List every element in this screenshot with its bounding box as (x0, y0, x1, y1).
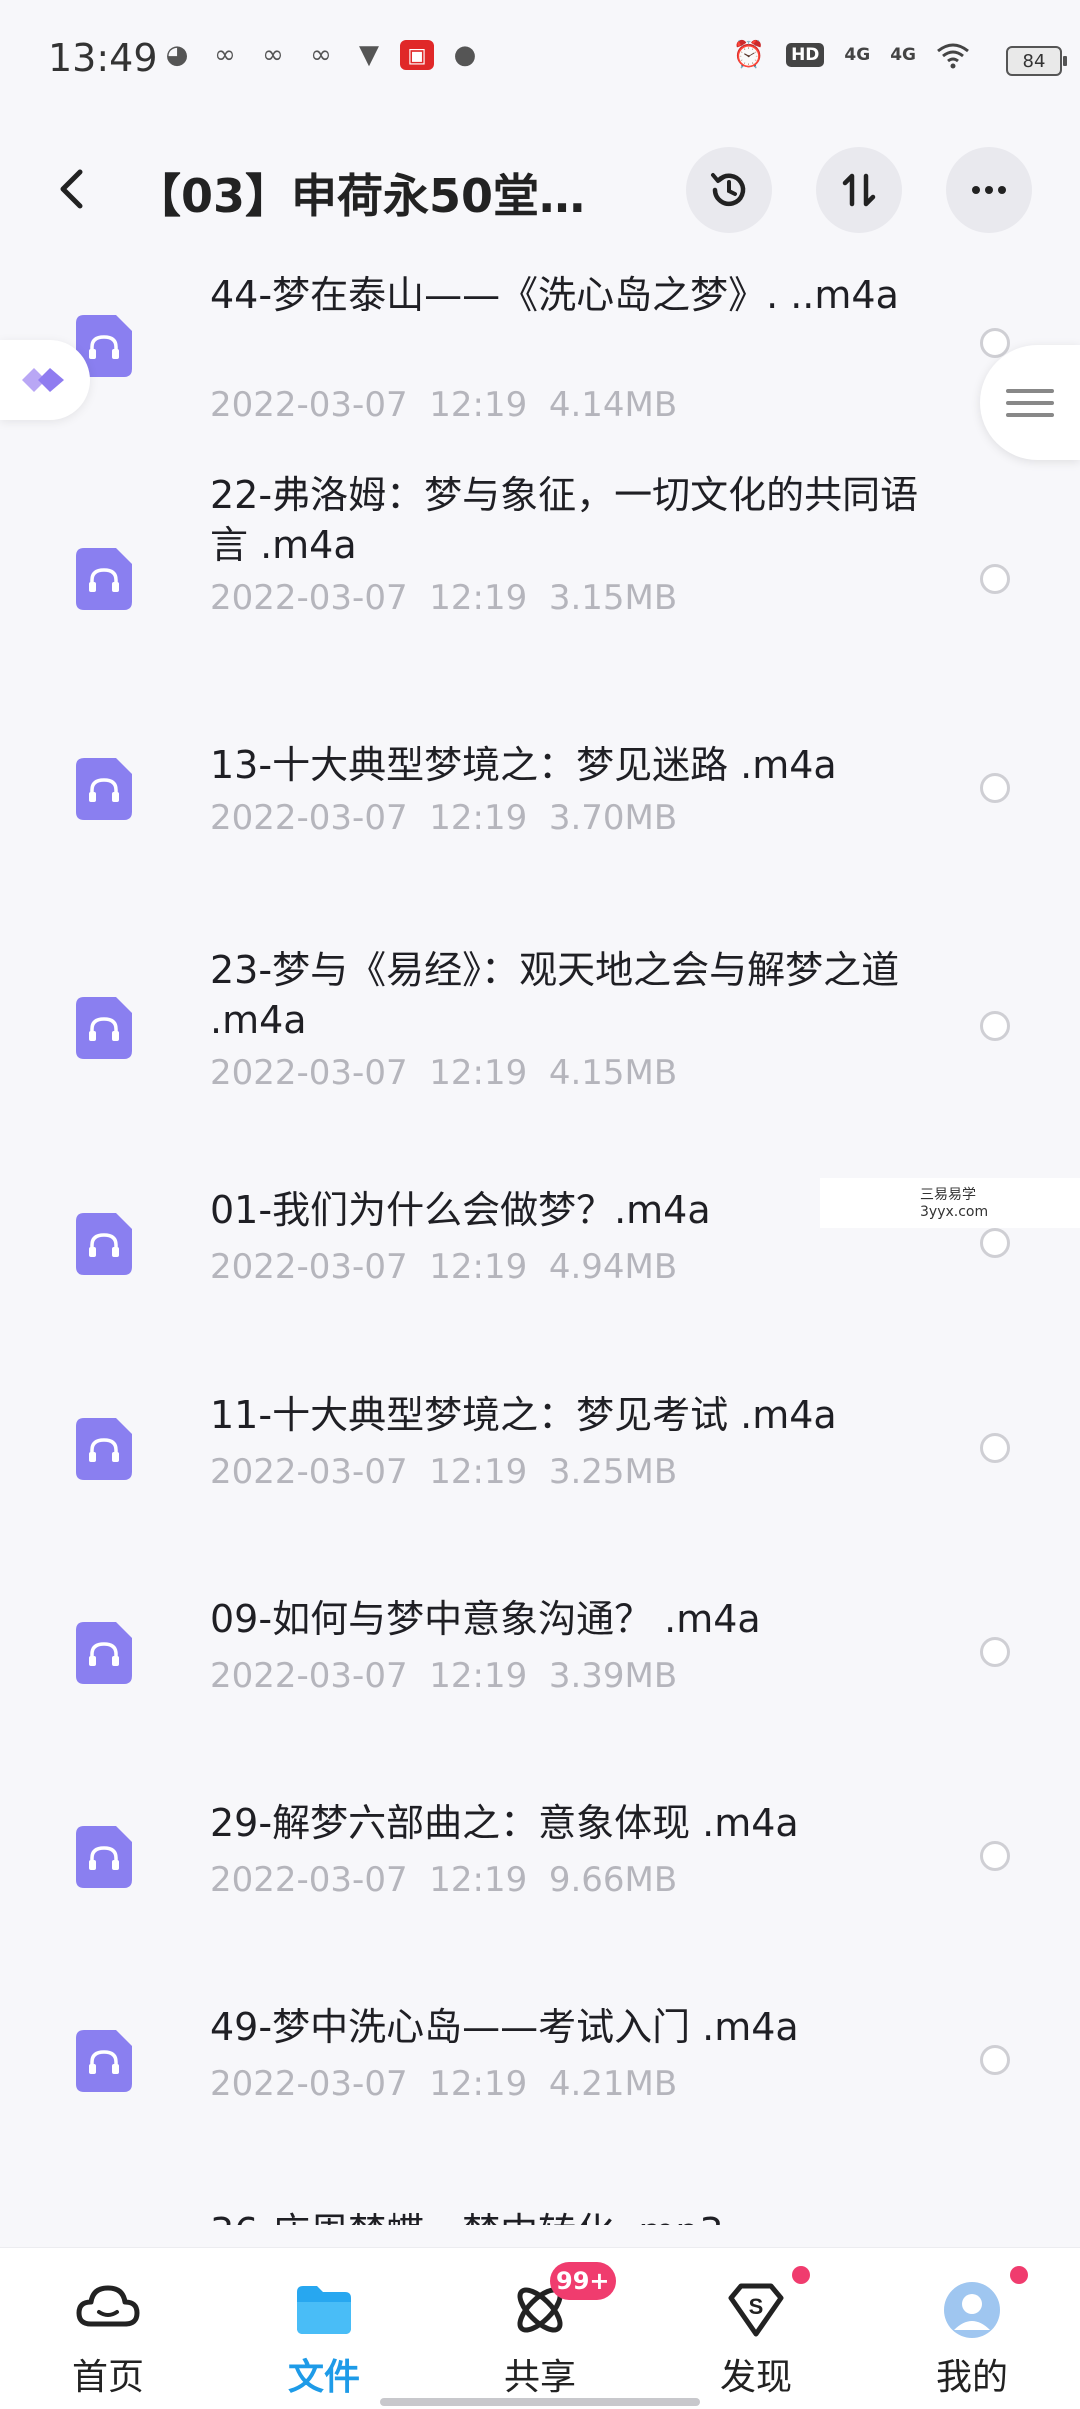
audio-file-icon (76, 1622, 132, 1684)
watermark: 三易易学 3yyx.com (820, 1178, 1080, 1228)
list-item[interactable]: 22-弗洛姆：梦与象征，一切文化的共同语言 .m4a 2022-03-07 12… (0, 470, 1080, 665)
list-item[interactable]: 09-如何与梦中意象沟通？ .m4a 2022-03-07 12:19 3.39… (0, 1594, 1080, 1724)
file-name: 13-十大典型梦境之：梦见迷路 .m4a (210, 743, 837, 787)
audio-file-icon (76, 548, 132, 610)
link-icon: ∞ (214, 40, 236, 70)
file-name: 29-解梦六部曲之：意象体现 .m4a (210, 1801, 799, 1845)
file-name: 09-如何与梦中意象沟通？ .m4a (210, 1597, 761, 1641)
list-item[interactable]: 13-十大典型梦境之：梦见迷路 .m4a 2022-03-07 12:19 3.… (0, 740, 1080, 870)
select-checkbox[interactable] (980, 1228, 1010, 1258)
audio-file-icon (76, 1213, 132, 1275)
audio-file-icon (76, 758, 132, 820)
signal-icon: 4G (890, 45, 916, 65)
nav-label: 我的 (935, 2357, 1008, 2398)
chat-bubble-icon: ● (453, 40, 477, 70)
nav-label: 文件 (287, 2357, 360, 2398)
nav-label: 首页 (71, 2357, 144, 2398)
file-list[interactable]: 44-梦在泰山——《洗心岛之梦》. ..m4a 2022-03-07 12:19… (0, 240, 1080, 2225)
news-app-icon: ▣ (400, 40, 434, 70)
hd-icon: HD (786, 43, 825, 67)
list-item[interactable]: 23-梦与《易经》：观天地之会与解梦之道 .m4a 2022-03-07 12:… (0, 945, 1080, 1135)
nav-item-profile[interactable]: 我的 (864, 2248, 1080, 2409)
battery-icon: 84 (1006, 46, 1067, 76)
history-button[interactable] (686, 147, 772, 233)
sort-icon (842, 173, 876, 207)
select-checkbox[interactable] (980, 1637, 1010, 1667)
link-icon: ∞ (262, 40, 284, 70)
file-meta: 2022-03-07 12:19 3.70MB (210, 798, 678, 838)
select-checkbox[interactable] (980, 1011, 1010, 1041)
list-item[interactable]: 11-十大典型梦境之：梦见考试 .m4a 2022-03-07 12:19 3.… (0, 1390, 1080, 1520)
menu-icon (1006, 388, 1054, 417)
link-icon: ∞ (310, 40, 332, 70)
file-meta: 2022-03-07 12:19 4.94MB (210, 1247, 678, 1287)
file-meta: 2022-03-07 12:19 3.15MB (210, 578, 678, 618)
list-item[interactable]: 49-梦中洗心岛——考试入门 .m4a 2022-03-07 12:19 4.2… (0, 2002, 1080, 2132)
select-checkbox[interactable] (980, 1841, 1010, 1871)
signal-icon: 4G (844, 45, 871, 65)
nav-item-home[interactable]: 首页 (0, 2248, 216, 2409)
file-name: 23-梦与《易经》：观天地之会与解梦之道 .m4a (210, 948, 900, 1042)
share-badge: 99+ (550, 2262, 616, 2300)
list-item[interactable]: 36-庄周梦蝶，梦中转化 .mp3 (0, 2207, 1080, 2225)
select-checkbox[interactable] (980, 2045, 1010, 2075)
nav-item-discover[interactable]: S 发现 (648, 2248, 864, 2409)
nav-label: 共享 (503, 2357, 576, 2398)
page-title: 【03】申荷永50堂… (135, 169, 586, 223)
avatar-icon (944, 2282, 1000, 2338)
select-checkbox[interactable] (980, 564, 1010, 594)
file-meta: 2022-03-07 12:19 3.25MB (210, 1452, 678, 1492)
notification-dot (1010, 2266, 1028, 2284)
list-item[interactable]: 44-梦在泰山——《洗心岛之梦》. ..m4a 2022-03-07 12:19… (0, 240, 1080, 435)
diamond-icon (22, 368, 64, 392)
back-button[interactable] (48, 164, 98, 214)
nav-label: 发现 (719, 2357, 792, 2398)
svg-text:S: S (749, 2294, 764, 2319)
nav-item-share[interactable]: 99+ 共享 (432, 2248, 648, 2409)
bottom-nav: 首页 文件 99+ 共享 S 发现 我的 (0, 2247, 1080, 2409)
status-indicators: ⏰ HD 4G 4G (732, 40, 970, 70)
home-indicator (380, 2398, 700, 2406)
wechat-icon: ◕ (165, 40, 189, 70)
cat-icon: ▼ (359, 40, 379, 70)
discover-icon: S (728, 2283, 784, 2337)
file-name: 22-弗洛姆：梦与象征，一切文化的共同语言 .m4a (210, 473, 919, 567)
more-button[interactable] (946, 147, 1032, 233)
audio-file-icon (76, 2030, 132, 2092)
notification-icons: ◕ ∞ ∞ ∞ ▼ ▣ ● (160, 40, 482, 70)
file-name: 49-梦中洗心岛——考试入门 .m4a (210, 2005, 799, 2049)
select-checkbox[interactable] (980, 773, 1010, 803)
alarm-icon: ⏰ (732, 40, 766, 70)
notification-dot (792, 2266, 810, 2284)
file-name: 44-梦在泰山——《洗心岛之梦》. ..m4a (210, 273, 899, 317)
floating-assistant-button[interactable] (0, 340, 90, 420)
file-name: 11-十大典型梦境之：梦见考试 .m4a (210, 1393, 837, 1437)
folder-icon (297, 2286, 351, 2334)
file-meta: 2022-03-07 12:19 3.39MB (210, 1656, 678, 1696)
more-icon (972, 186, 1006, 194)
file-name: 36-庄周梦蝶，梦中转化 .mp3 (210, 2207, 930, 2225)
status-bar: 13:49 ◕ ∞ ∞ ∞ ▼ ▣ ● ⏰ HD 4G 4G 84 (0, 0, 1080, 120)
audio-file-icon (76, 997, 132, 1059)
audio-file-icon (76, 1826, 132, 1888)
file-meta: 2022-03-07 12:19 4.15MB (210, 1053, 678, 1093)
select-checkbox[interactable] (980, 1433, 1010, 1463)
list-item[interactable]: 29-解梦六部曲之：意象体现 .m4a 2022-03-07 12:19 9.6… (0, 1798, 1080, 1928)
history-icon (711, 173, 746, 207)
wifi-icon (936, 40, 970, 70)
file-meta: 2022-03-07 12:19 4.21MB (210, 2064, 678, 2104)
nav-item-files[interactable]: 文件 (216, 2248, 432, 2409)
header: 【03】申荷永50堂… (0, 140, 1080, 240)
status-time: 13:49 (48, 36, 158, 80)
sort-button[interactable] (816, 147, 902, 233)
back-arrow-icon (60, 169, 83, 209)
file-meta: 2022-03-07 12:19 4.14MB (210, 385, 678, 425)
cloud-icon (76, 2285, 140, 2327)
file-meta: 2022-03-07 12:19 9.66MB (210, 1860, 678, 1900)
audio-file-icon (76, 1418, 132, 1480)
